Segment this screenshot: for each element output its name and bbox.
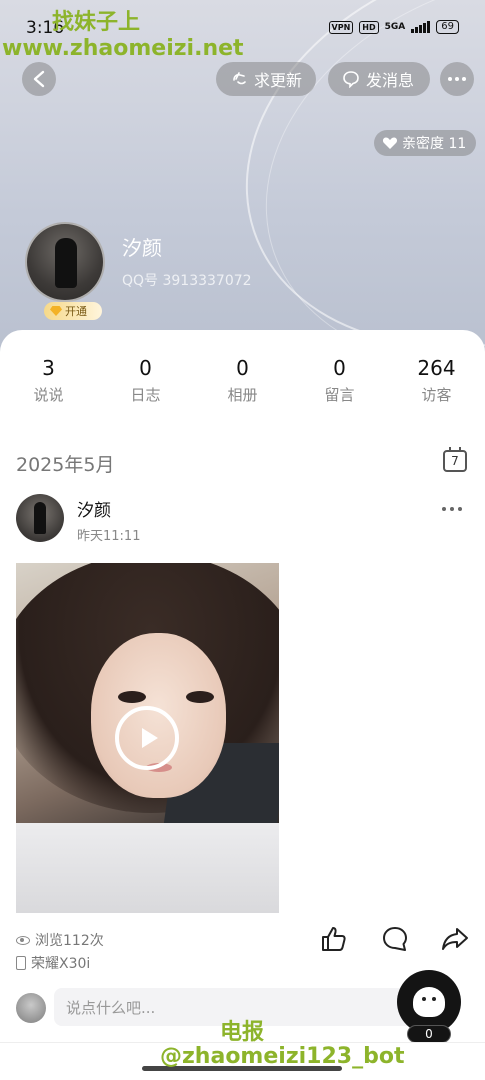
vpn-badge: VPN [328,20,354,34]
avatar-figure [34,502,46,534]
more-icon [448,77,452,81]
post-author-name[interactable]: 汐颜 [77,496,111,521]
phone-icon [16,956,26,970]
more-icon [462,77,466,81]
profile-qq-number: QQ号 3913337072 [122,273,252,289]
profile-avatar[interactable] [25,222,105,302]
eye-icon [16,935,30,945]
stat-value: 0 [139,356,152,380]
signal-icon [411,21,431,33]
chevron-left-icon [33,70,45,88]
intimacy-label: 亲密度 11 [402,136,467,152]
battery-icon: 69 [436,20,459,34]
calendar-icon[interactable]: 7 [443,447,467,472]
current-user-avatar [16,993,46,1023]
stat-value: 0 [236,356,249,380]
send-message-label: 发消息 [366,71,415,90]
stat-visitors[interactable]: 264 访客 [388,356,485,405]
more-icon [442,507,446,511]
post-views: 浏览112次 [16,930,104,950]
back-button[interactable] [22,62,56,96]
video-frame-sheet [16,823,279,913]
post-device-label: 荣耀X30i [31,956,91,972]
share-button[interactable] [440,924,470,954]
intimacy-badge[interactable]: 亲密度 11 [374,130,477,156]
hd-badge: HD [359,20,379,34]
network-label: 5GA [384,22,406,32]
chat-bubble-icon [343,71,359,88]
stat-albums[interactable]: 0 相册 [194,356,291,405]
more-icon [458,507,462,511]
avatar-figure [55,238,77,288]
stat-label: 相册 [227,386,258,404]
more-icon [450,507,454,511]
post-more-button[interactable] [442,502,462,516]
stat-value: 0 [333,356,346,380]
request-update-button[interactable]: 求更新 [216,62,316,96]
stat-label: 日志 [130,386,161,404]
stat-messages[interactable]: 0 留言 [291,356,388,405]
request-update-label: 求更新 [254,71,303,90]
like-button[interactable] [319,924,349,954]
stat-label: 访客 [421,386,452,404]
share-icon [442,928,468,950]
status-bar-icons: VPN HD 5GA 69 [328,20,459,34]
ghost-icon [413,987,445,1017]
post-device: 荣耀X30i [16,953,90,973]
stat-value: 3 [42,356,55,380]
video-frame-eye [186,691,214,703]
vip-label: 开通 [65,305,87,318]
stat-label: 留言 [324,386,355,404]
diamond-icon [50,306,62,316]
stat-label: 说说 [33,386,64,404]
play-icon[interactable] [115,706,179,770]
watermark-top-line2: www.zhaomeizi.net [2,36,244,61]
more-options-button[interactable] [440,62,474,96]
thumbs-up-icon [322,927,346,951]
post-views-label: 浏览112次 [35,933,104,949]
post-video[interactable] [16,563,279,913]
post-author-avatar[interactable] [16,494,64,542]
hand-icon [233,72,246,85]
post-time: 昨天11:11 [77,529,141,544]
send-message-button[interactable]: 发消息 [328,62,430,96]
stat-value: 264 [417,356,456,380]
video-frame-eye [118,691,146,703]
vip-open-badge[interactable]: 开通 [44,302,102,320]
watermark-bottom-line2: @zhaomeizi123_bot [160,1044,405,1069]
fab-count-badge: 0 [407,1025,451,1043]
comment-button[interactable] [380,924,410,954]
comment-icon [383,927,407,951]
feed-date-header: 2025年5月 [16,454,115,476]
stats-row: 3 说说 0 日志 0 相册 0 留言 264 访客 [0,356,485,405]
heart-icon [382,137,398,149]
watermark-bottom-line1: 电报 [220,1020,265,1045]
watermark-top-line1: 找妹子上 [52,10,141,35]
stat-blogs[interactable]: 0 日志 [97,356,194,405]
more-icon [455,77,459,81]
stat-posts[interactable]: 3 说说 [0,356,97,405]
profile-name: 汐颜 [122,236,162,260]
